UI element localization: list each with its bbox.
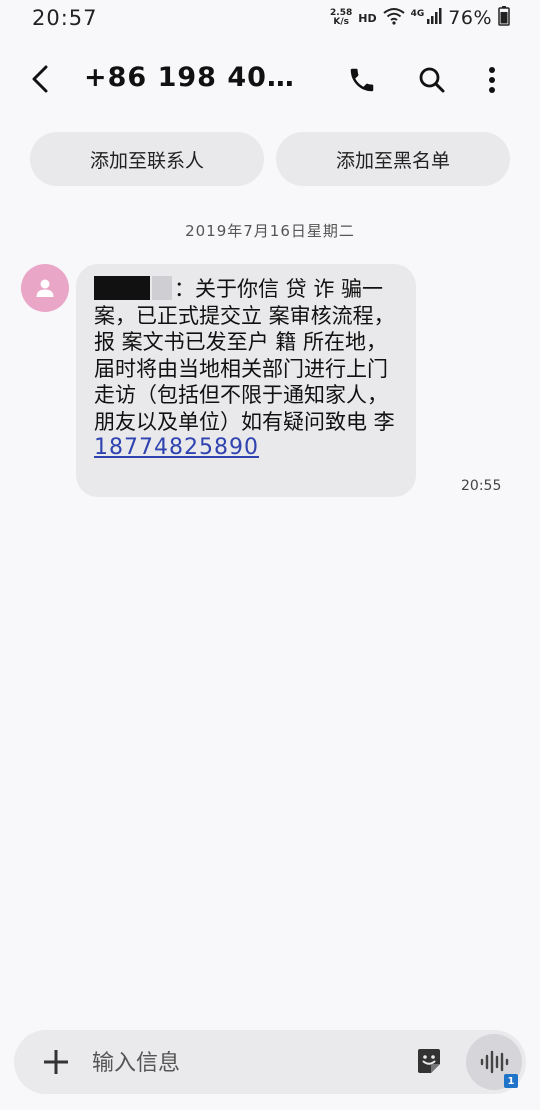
wifi-icon [382, 7, 405, 29]
voice-wave-icon [480, 1050, 509, 1074]
battery-icon [498, 6, 510, 30]
plus-icon [44, 1050, 68, 1074]
search-button[interactable] [412, 60, 452, 100]
sticker-button[interactable] [412, 1044, 446, 1078]
search-icon [419, 67, 445, 93]
date-divider: 2019年7月16日星期二 [185, 222, 355, 240]
message-text: ：关于你信 贷 诈 骗一案，已正式提交立 案审核流程，报 案文书已发至户 籍 所… [94, 277, 395, 434]
message-timestamp: 20:55 [461, 478, 502, 494]
call-button[interactable] [342, 60, 382, 100]
network-speed-unit: K/s [333, 17, 349, 27]
sim-badge: 1 [504, 1074, 518, 1088]
back-button[interactable] [22, 60, 60, 98]
add-to-blacklist-button[interactable]: 添加至黑名单 [276, 132, 510, 186]
add-to-contacts-button[interactable]: 添加至联系人 [30, 132, 264, 186]
voice-message-button[interactable]: 1 [466, 1034, 522, 1090]
hd-badge: HD [358, 11, 377, 25]
battery-percent: 76% [448, 7, 492, 29]
redacted-name-shadow [152, 276, 172, 300]
message-bubble[interactable]: ：关于你信 贷 诈 骗一案，已正式提交立 案审核流程，报 案文书已发至户 籍 所… [76, 264, 416, 497]
network-speed: 2.58 K/s [330, 9, 352, 27]
person-icon [36, 279, 54, 297]
phone-number-link[interactable]: 18774825890 [94, 435, 259, 460]
back-arrow-icon [32, 65, 48, 93]
signal-icon [426, 7, 442, 29]
redacted-name-block [94, 276, 150, 300]
message-input[interactable] [90, 1042, 394, 1084]
attach-button[interactable] [36, 1042, 76, 1082]
contact-title[interactable]: +86 198 40… [84, 62, 295, 93]
message-text-container: ：关于你信 贷 诈 骗一案，已正式提交立 案审核流程，报 案文书已发至户 籍 所… [94, 276, 396, 435]
status-icons: 2.58 K/s HD 4G 76% [330, 6, 510, 30]
network-type: 4G [410, 9, 425, 19]
app-bar: +86 198 40… [0, 50, 540, 110]
compose-bar: 1 [14, 1030, 526, 1094]
more-vertical-icon [489, 67, 495, 93]
status-time: 20:57 [32, 6, 98, 30]
phone-icon [350, 68, 374, 92]
status-bar: 20:57 2.58 K/s HD 4G 76% [0, 0, 540, 36]
more-options-button[interactable] [472, 60, 512, 100]
sticker-icon [418, 1049, 440, 1073]
avatar[interactable] [21, 264, 69, 312]
